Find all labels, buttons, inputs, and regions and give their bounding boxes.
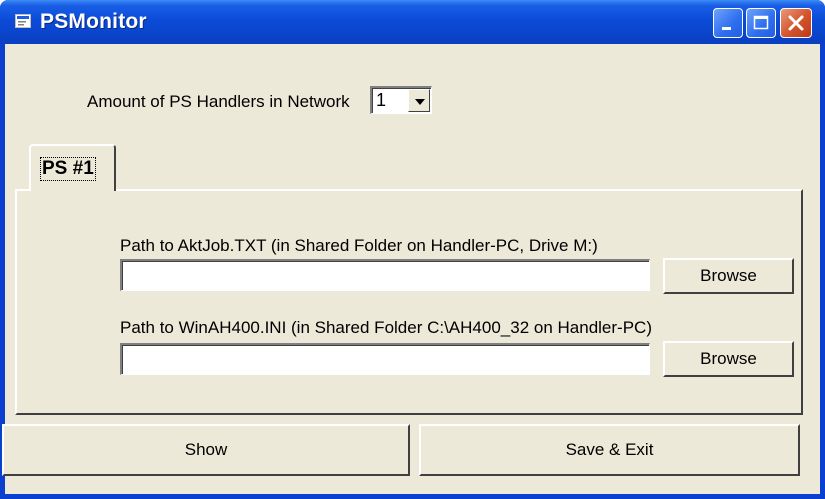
aktjob-path-label: Path to AktJob.TXT (in Shared Folder on … xyxy=(120,236,598,255)
winah-path-label: Path to WinAH400.INI (in Shared Folder C… xyxy=(120,318,652,337)
winah-path-input[interactable] xyxy=(120,343,650,375)
tab-panel: Path to AktJob.TXT (in Shared Folder on … xyxy=(15,189,803,415)
close-icon xyxy=(788,15,804,31)
client-area: Amount of PS Handlers in Network 1 PS #1… xyxy=(2,44,820,494)
tab-ps-1[interactable]: PS #1 xyxy=(29,144,116,191)
amount-label: Amount of PS Handlers in Network xyxy=(87,92,350,111)
show-button[interactable]: Show xyxy=(2,424,410,476)
window-title: PSMonitor xyxy=(40,10,147,33)
aktjob-path-input[interactable] xyxy=(120,259,650,291)
minimize-button[interactable] xyxy=(713,8,743,38)
app-window: PSMonitor Amount of PS Handlers in Netwo… xyxy=(0,0,825,499)
browse-winah-button[interactable]: Browse xyxy=(663,341,794,377)
tab-ps-1-label: PS #1 xyxy=(40,157,96,181)
save-exit-button[interactable]: Save & Exit xyxy=(419,424,800,476)
dropdown-button[interactable] xyxy=(408,89,430,112)
minimize-icon xyxy=(722,27,731,30)
chevron-down-icon xyxy=(415,99,425,105)
app-icon xyxy=(15,14,31,28)
handler-count-value: 1 xyxy=(376,90,387,110)
maximize-button[interactable] xyxy=(746,8,776,38)
maximize-icon xyxy=(753,15,769,30)
title-bar[interactable]: PSMonitor xyxy=(0,0,825,44)
close-button[interactable] xyxy=(780,8,812,38)
handler-count-select[interactable]: 1 xyxy=(370,86,432,114)
browse-aktjob-button[interactable]: Browse xyxy=(663,258,794,294)
